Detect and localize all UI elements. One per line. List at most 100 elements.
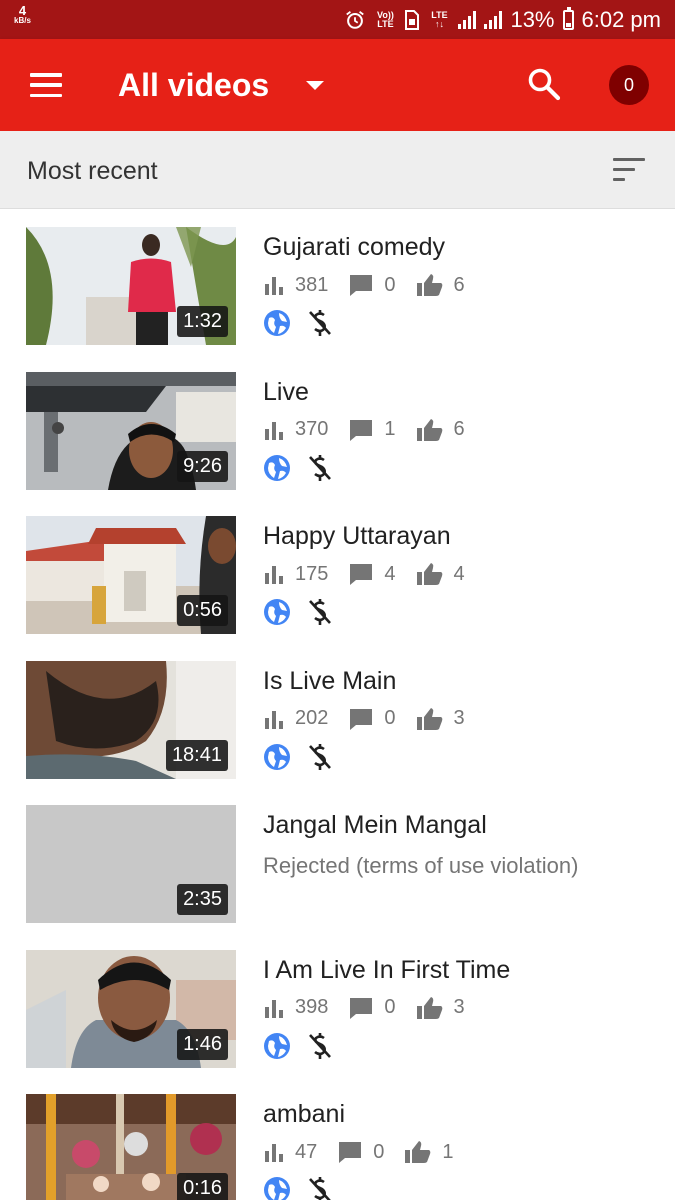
video-thumbnail[interactable]: 2:35 [26, 805, 236, 923]
video-duration: 0:16 [177, 1173, 228, 1200]
globe-icon [264, 743, 290, 770]
video-duration: 1:46 [177, 1028, 228, 1060]
page-title[interactable]: All videos [118, 67, 269, 104]
alarm-icon [346, 10, 365, 29]
video-stats: 398 0 3 [263, 994, 485, 1022]
video-title[interactable]: ambani [263, 1100, 345, 1129]
battery-icon [562, 6, 574, 30]
views-icon [265, 999, 283, 1018]
video-thumbnail[interactable]: 0:16 [26, 1094, 236, 1200]
status-icons: Vo)) LTE LTE ↑↓ 13% 6:02 pm [344, 0, 661, 39]
sort-bar: Most recent [0, 131, 675, 209]
like-count: 6 [453, 418, 465, 440]
view-count: 398 [295, 996, 329, 1018]
like-count: 1 [442, 1140, 454, 1163]
like-icon [416, 996, 442, 1019]
video-badges [263, 598, 333, 626]
views-icon [265, 421, 283, 440]
no-monetization-icon [309, 310, 331, 336]
sim-icon [405, 9, 420, 30]
video-thumbnail[interactable]: 18:41 [26, 660, 236, 779]
lte-icon: LTE ↑↓ [431, 9, 448, 29]
video-title[interactable]: Live [263, 378, 309, 407]
clock: 6:02 pm [581, 6, 662, 32]
view-count: 370 [295, 418, 329, 440]
video-title[interactable]: Happy Uttarayan [263, 522, 451, 551]
video-list-item[interactable]: 9:26 Live 370 1 6 [0, 354, 675, 499]
video-title[interactable]: Is Live Main [263, 667, 396, 696]
video-list-item[interactable]: 1:46 I Am Live In First Time 398 0 3 [0, 932, 675, 1077]
views-icon [265, 1144, 283, 1162]
video-thumbnail[interactable]: 1:32 [26, 227, 236, 345]
video-badges [263, 1032, 333, 1060]
comment-icon [350, 564, 373, 585]
views-icon [265, 710, 283, 729]
video-stats: 381 0 6 [263, 271, 485, 299]
app-bar: All videos 0 [0, 39, 675, 131]
comment-icon [350, 419, 373, 441]
like-icon [405, 1141, 431, 1163]
video-thumbnail[interactable]: 0:56 [26, 516, 236, 634]
video-stats: 175 4 4 [263, 560, 485, 588]
video-title[interactable]: I Am Live In First Time [263, 956, 510, 985]
battery-percent: 13% [510, 6, 555, 32]
comment-icon [339, 1142, 362, 1163]
sort-label: Most recent [27, 157, 158, 185]
views-icon [265, 277, 283, 295]
menu-icon[interactable] [30, 73, 62, 97]
video-duration: 9:26 [177, 450, 228, 482]
video-badges [263, 454, 333, 482]
like-icon [416, 418, 442, 441]
status-bar: 4 kB/s Vo)) LTE LTE ↑↓ 13% 6:02 pm [0, 0, 675, 39]
search-icon[interactable] [527, 67, 561, 101]
video-duration: 2:35 [177, 884, 228, 915]
video-stats: 370 1 6 [263, 416, 485, 444]
video-list-item[interactable]: 0:56 Happy Uttarayan 175 4 4 [0, 498, 675, 643]
no-monetization-icon [309, 743, 331, 770]
video-list-item[interactable]: 0:16 ambani 47 0 1 [0, 1076, 675, 1200]
globe-icon [264, 1032, 290, 1059]
signal-icon-2 [484, 10, 503, 29]
video-list-item[interactable]: 2:35 Jangal Mein Mangal Rejected (terms … [0, 787, 675, 932]
comment-count: 0 [384, 273, 396, 296]
like-icon [416, 563, 442, 585]
no-monetization-icon [309, 1177, 331, 1200]
no-monetization-icon [309, 454, 331, 481]
video-title[interactable]: Jangal Mein Mangal [263, 811, 487, 840]
globe-icon [264, 310, 290, 336]
video-list-item[interactable]: 18:41 Is Live Main 202 0 3 [0, 643, 675, 788]
video-thumbnail[interactable]: 9:26 [26, 371, 236, 490]
signal-icon [458, 10, 477, 29]
video-badges [263, 309, 333, 337]
globe-icon [264, 1177, 290, 1200]
rejection-status: Rejected (terms of use violation) [263, 853, 579, 878]
video-badges [263, 743, 333, 771]
video-thumbnail[interactable]: 1:46 [26, 949, 236, 1068]
dropdown-caret-icon[interactable] [306, 81, 324, 90]
video-duration: 0:56 [177, 595, 228, 626]
lte-label: LTE [431, 9, 448, 20]
like-icon [416, 707, 442, 730]
network-speed-unit: kB/s [14, 16, 31, 25]
video-stats: 202 0 3 [263, 705, 485, 733]
notification-badge[interactable]: 0 [609, 65, 649, 105]
comment-icon [350, 708, 373, 730]
video-duration: 1:32 [177, 306, 228, 337]
like-icon [416, 274, 442, 296]
video-list-item[interactable]: 1:32 Gujarati comedy 381 0 6 [0, 209, 675, 354]
sort-icon[interactable] [613, 158, 645, 182]
no-monetization-icon [309, 599, 331, 625]
view-count: 175 [295, 562, 329, 585]
video-duration: 18:41 [165, 739, 228, 771]
comment-count: 0 [384, 996, 396, 1018]
like-count: 3 [453, 996, 465, 1018]
video-badges [263, 1176, 333, 1200]
view-count: 381 [295, 273, 329, 296]
like-count: 3 [453, 707, 465, 729]
comment-icon [350, 275, 373, 296]
view-count: 202 [295, 707, 329, 729]
view-count: 47 [295, 1140, 318, 1163]
volte-icon: Vo)) LTE [377, 9, 394, 29]
globe-icon [264, 599, 290, 625]
video-title[interactable]: Gujarati comedy [263, 233, 445, 262]
